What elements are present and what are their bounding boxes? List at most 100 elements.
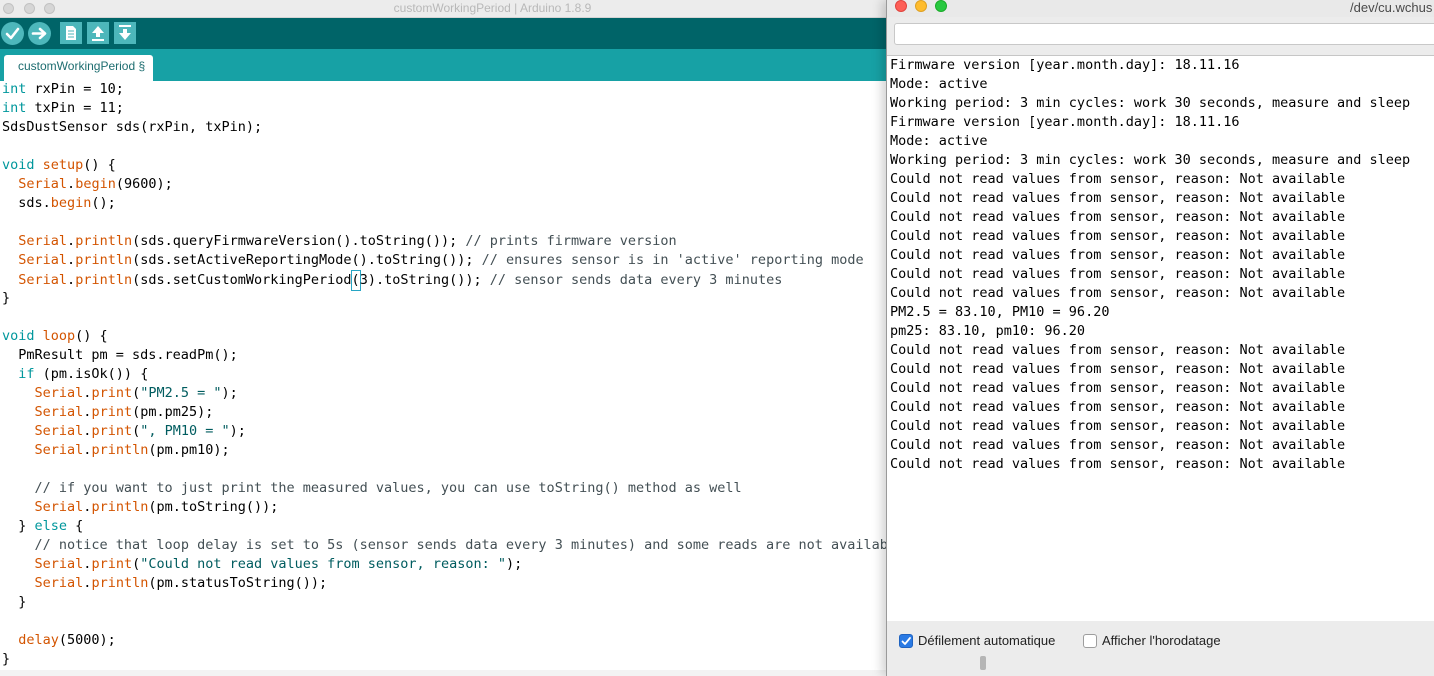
ide-window-title: customWorkingPeriod | Arduino 1.8.9	[393, 1, 592, 15]
serial-output-line: Could not read values from sensor, reaso…	[890, 380, 1346, 396]
serial-output-line: Firmware version [year.month.day]: 18.11…	[890, 114, 1240, 130]
monitor-window-title: /dev/cu.wchus	[1350, 0, 1433, 15]
serial-output-line: Could not read values from sensor, reaso…	[890, 456, 1346, 472]
code-line: void loop() {	[2, 327, 108, 346]
arrow-down-icon	[119, 25, 131, 40]
code-token: print	[91, 556, 133, 572]
code-token: int	[2, 100, 27, 116]
code-token: }	[2, 290, 11, 306]
code-token: () {	[75, 328, 108, 344]
code-token: delay	[18, 632, 59, 648]
code-token: ();	[91, 195, 116, 211]
code-token: "Could not read values from sensor, reas…	[140, 556, 506, 572]
serial-send-input[interactable]	[894, 23, 1434, 45]
code-token: (sds.setActiveReportingMode().toString()…	[132, 252, 482, 268]
code-line: Serial.print(", PM10 = ");	[2, 422, 246, 441]
serial-output-line: Could not read values from sensor, reaso…	[890, 209, 1346, 225]
code-token: // notice that loop delay is set to 5s (…	[34, 537, 905, 553]
code-token: Serial	[34, 404, 84, 420]
code-token: Serial	[34, 385, 84, 401]
code-line: Serial.println(sds.setCustomWorkingPerio…	[2, 270, 782, 291]
code-token: // prints firmware version	[465, 233, 677, 249]
open-sketch-button[interactable]	[87, 22, 109, 44]
autoscroll-label[interactable]: Défilement automatique	[918, 633, 1055, 648]
code-token: (sds.setCustomWorkingPeriod	[132, 272, 352, 288]
autoscroll-checkbox[interactable]	[899, 634, 913, 648]
code-token: );	[221, 385, 238, 401]
code-token: print	[91, 385, 133, 401]
code-token: txPin = 11;	[26, 100, 124, 116]
monitor-close-button[interactable]	[895, 0, 907, 12]
code-token: println	[91, 575, 149, 591]
serial-output-line: Working period: 3 min cycles: work 30 se…	[890, 152, 1411, 168]
code-token: Serial	[34, 575, 84, 591]
code-line: int rxPin = 10;	[2, 80, 124, 99]
code-line: }	[2, 593, 26, 612]
code-token: else	[34, 518, 68, 534]
code-line: if (pm.isOk()) {	[2, 365, 148, 384]
code-line: Serial.print(pm.pm25);	[2, 403, 214, 422]
code-token: if	[18, 366, 35, 382]
checkmark-icon	[901, 637, 911, 645]
monitor-scrollbar-thumb[interactable]	[980, 656, 986, 670]
show-timestamp-label[interactable]: Afficher l'horodatage	[1102, 633, 1221, 648]
code-token: }	[2, 651, 11, 667]
code-token: (pm.pm25);	[132, 404, 214, 420]
code-token: (5000);	[58, 632, 116, 648]
serial-output-line: Could not read values from sensor, reaso…	[890, 437, 1346, 453]
serial-output-line: Could not read values from sensor, reaso…	[890, 171, 1346, 187]
code-line: sds.begin();	[2, 194, 116, 213]
code-token: (pm.statusToString());	[148, 575, 328, 591]
code-token: PmResult pm = sds.readPm();	[2, 347, 238, 363]
code-token: (pm.toString());	[148, 499, 279, 515]
code-token: (pm.pm10);	[148, 442, 230, 458]
tab-customworkingperiod[interactable]: customWorkingPeriod §	[4, 55, 154, 81]
code-token: .	[67, 272, 76, 288]
serial-monitor-window: /dev/cu.wchus Firmware version [year.mon…	[886, 0, 1434, 676]
new-sketch-button[interactable]	[60, 22, 82, 44]
serial-output-line: Firmware version [year.month.day]: 18.11…	[890, 57, 1240, 73]
editor-horizontal-scrollbar[interactable]	[0, 670, 890, 676]
code-token: println	[91, 442, 149, 458]
code-token: );	[505, 556, 523, 572]
code-token: (9600);	[115, 176, 173, 192]
code-token: loop	[42, 328, 76, 344]
new-file-icon	[66, 26, 76, 40]
show-timestamp-checkbox[interactable]	[1083, 634, 1097, 648]
monitor-footer: Défilement automatique Afficher l'horoda…	[887, 621, 1434, 661]
serial-output-line: Could not read values from sensor, reaso…	[890, 247, 1346, 263]
code-token: "PM2.5 = "	[140, 385, 222, 401]
upload-button[interactable]	[28, 22, 51, 45]
code-token: Serial	[34, 442, 84, 458]
code-token: Serial	[34, 556, 84, 572]
code-line: // notice that loop delay is set to 5s (…	[2, 536, 905, 555]
code-line: int txPin = 11;	[2, 99, 124, 118]
code-token: 3).toString());	[359, 272, 490, 288]
code-token: (sds.queryFirmwareVersion().toString());	[132, 233, 466, 249]
code-token: .	[67, 252, 76, 268]
code-line: }	[2, 650, 10, 669]
serial-output-area[interactable]: Firmware version [year.month.day]: 18.11…	[887, 55, 1434, 622]
monitor-maximize-button[interactable]	[935, 0, 947, 12]
monitor-minimize-button[interactable]	[915, 0, 927, 12]
code-token: (	[132, 385, 141, 401]
verify-button[interactable]	[1, 22, 24, 45]
code-token: print	[91, 404, 133, 420]
save-sketch-button[interactable]	[114, 22, 136, 44]
serial-output-line: Could not read values from sensor, reaso…	[890, 266, 1346, 282]
serial-output-line: Mode: active	[890, 76, 988, 92]
code-token: Serial	[18, 176, 68, 192]
serial-output-line: PM2.5 = 83.10, PM10 = 96.20	[890, 304, 1110, 320]
code-line: delay(5000);	[2, 631, 116, 650]
arrow-up-icon	[92, 26, 104, 41]
serial-output-line: Mode: active	[890, 133, 988, 149]
